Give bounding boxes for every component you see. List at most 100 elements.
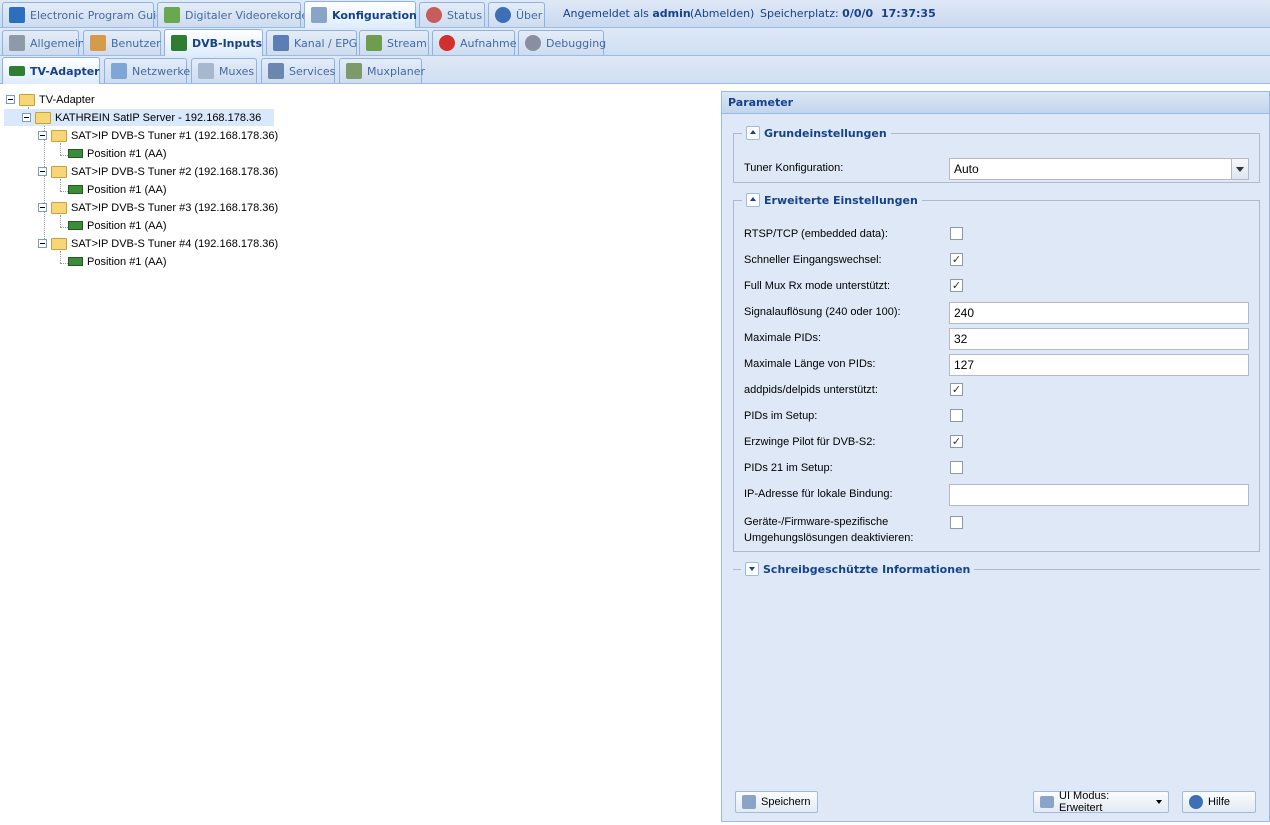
tab-recording[interactable]: Aufnahme xyxy=(432,30,517,55)
tree-node-position[interactable]: Position #1 (AA) xyxy=(68,253,166,270)
ui-mode-button[interactable]: UI Modus: Erweitert xyxy=(1033,790,1169,814)
tree-node-label: SAT>IP DVB-S Tuner #1 (192.168.178.36) xyxy=(71,129,279,142)
max-pids-row: Maximale PIDs: 32 xyxy=(744,328,1249,350)
tab-about[interactable]: Über xyxy=(488,2,545,27)
tree-node-position[interactable]: Position #1 (AA) xyxy=(68,217,166,234)
tuner-config-select[interactable]: Auto xyxy=(949,158,1249,180)
fast-input-switch-checkbox[interactable]: ✓ xyxy=(950,253,963,266)
pids21-in-setup-row: PIDs 21 im Setup: xyxy=(744,458,1249,480)
tree-node-label: TV-Adapter xyxy=(39,93,95,106)
pids21-in-setup-checkbox[interactable] xyxy=(950,461,963,474)
folder-icon xyxy=(35,111,51,124)
tab-dvb-inputs[interactable]: DVB-Inputs xyxy=(164,29,263,56)
collapse-icon[interactable] xyxy=(6,95,15,104)
collapse-icon[interactable] xyxy=(38,203,47,212)
advanced-settings-legend[interactable]: Erweiterte Einstellungen xyxy=(742,193,922,207)
basic-settings-legend[interactable]: Grundeinstellungen xyxy=(742,126,891,140)
tab-epg[interactable]: Electronic Program Guide xyxy=(2,2,170,27)
list-icon xyxy=(1040,796,1054,808)
tab-muxplanner[interactable]: Muxplaner xyxy=(339,58,425,83)
tab-channel-epg[interactable]: Kanal / EPG xyxy=(266,30,357,55)
rtsp-tcp-row: RTSP/TCP (embedded data): xyxy=(744,224,1249,246)
chevron-down-icon[interactable] xyxy=(1231,159,1248,179)
pids-in-setup-checkbox[interactable] xyxy=(950,409,963,422)
local-bind-ip-row: IP-Adresse für lokale Bindung: xyxy=(744,484,1249,506)
wrench-icon xyxy=(311,7,327,23)
tab-label: Allgemein xyxy=(30,36,85,50)
tab-label: Konfiguration xyxy=(332,8,417,22)
clock: 17:37:35 xyxy=(881,7,936,20)
firmware-workaround-checkbox[interactable] xyxy=(950,516,963,529)
storage-text: Speicherplatz: 0/0/0 xyxy=(760,7,874,20)
logout-link[interactable]: (Abmelden) xyxy=(690,7,754,20)
tree-node-label: SAT>IP DVB-S Tuner #2 (192.168.178.36) xyxy=(71,165,279,178)
tab-configuration[interactable]: Konfiguration xyxy=(304,1,417,28)
tab-general[interactable]: Allgemein xyxy=(2,30,85,55)
tuner-config-row: Tuner Konfiguration: Auto xyxy=(744,158,1249,180)
addpids-delpids-checkbox[interactable]: ✓ xyxy=(950,383,963,396)
tab-users[interactable]: Benutzer xyxy=(83,30,161,55)
tab-services[interactable]: Services xyxy=(261,58,335,83)
tab-debugging[interactable]: Debugging xyxy=(518,30,606,55)
full-mux-rx-label: Full Mux Rx mode unterstützt: xyxy=(744,280,891,292)
force-pilot-dvbs2-checkbox[interactable]: ✓ xyxy=(950,435,963,448)
storage-value: 0/0/0 xyxy=(842,7,874,20)
tree-node-tuner[interactable]: SAT>IP DVB-S Tuner #4 (192.168.178.36) xyxy=(38,235,278,252)
tree-node-label: Position #1 (AA) xyxy=(87,255,167,268)
tv-adapter-icon xyxy=(9,66,25,76)
local-bind-ip-input[interactable] xyxy=(949,484,1249,506)
rtsp-tcp-checkbox[interactable] xyxy=(950,227,963,240)
tree-node-position[interactable]: Position #1 (AA) xyxy=(68,145,166,162)
folder-icon xyxy=(51,165,67,178)
tab-muxes[interactable]: Muxes xyxy=(191,58,257,83)
readonly-info-legend[interactable]: Schreibgeschützte Informationen xyxy=(741,562,975,576)
rec-icon xyxy=(439,35,455,51)
tv-icon xyxy=(273,35,289,51)
max-pid-length-input[interactable]: 127 xyxy=(949,354,1249,376)
panel-title: Parameter xyxy=(722,92,1269,114)
tab-dvr[interactable]: Digitaler Videorekorder xyxy=(157,2,313,27)
tree-node-server[interactable]: KATHREIN SatIP Server - 192.168.178.36 xyxy=(4,109,274,126)
tuner-config-label: Tuner Konfiguration: xyxy=(744,162,844,174)
full-mux-rx-checkbox[interactable]: ✓ xyxy=(950,279,963,292)
tab-label: Benutzer xyxy=(111,36,161,50)
signal-resolution-input[interactable]: 240 xyxy=(949,302,1249,324)
tree-node-label: Position #1 (AA) xyxy=(87,183,167,196)
fast-input-switch-label: Schneller Eingangswechsel: xyxy=(744,254,882,266)
tree-node-tuner[interactable]: SAT>IP DVB-S Tuner #1 (192.168.178.36) xyxy=(38,127,278,144)
collapse-icon[interactable] xyxy=(746,126,760,140)
tab-tv-adapter[interactable]: TV-Adapter xyxy=(2,57,100,84)
expand-icon[interactable] xyxy=(745,562,759,576)
tv-card-icon xyxy=(68,257,83,266)
tree-node-label: SAT>IP DVB-S Tuner #4 (192.168.178.36) xyxy=(71,237,279,250)
folder-icon xyxy=(51,201,67,214)
collapse-icon[interactable] xyxy=(22,113,31,122)
logged-in-text: Angemeldet als admin xyxy=(563,7,691,20)
main-tab-bar: Electronic Program Guide Digitaler Video… xyxy=(0,0,1270,28)
max-pids-input[interactable]: 32 xyxy=(949,328,1249,350)
collapse-icon[interactable] xyxy=(38,131,47,140)
help-button[interactable]: Hilfe xyxy=(1182,791,1256,813)
firmware-workaround-label: Geräte-/Firmware-spezifische Umgehungslös… xyxy=(744,516,914,544)
collapse-icon[interactable] xyxy=(38,167,47,176)
tree-node-position[interactable]: Position #1 (AA) xyxy=(68,181,166,198)
tree-node-tuner[interactable]: SAT>IP DVB-S Tuner #2 (192.168.178.36) xyxy=(38,163,278,180)
tab-networks[interactable]: Netzwerke xyxy=(104,58,191,83)
download-icon xyxy=(164,7,180,23)
collapse-icon[interactable] xyxy=(38,239,47,248)
tree-node-label: Position #1 (AA) xyxy=(87,147,167,160)
tab-label: Über xyxy=(516,8,543,22)
addpids-delpids-row: addpids/delpids unterstützt: ✓ xyxy=(744,380,1249,402)
tab-stream[interactable]: Stream xyxy=(359,30,429,55)
collapse-icon[interactable] xyxy=(746,193,760,207)
stream-icon xyxy=(366,35,382,51)
addpids-delpids-label: addpids/delpids unterstützt: xyxy=(744,384,878,396)
epg-icon xyxy=(9,7,25,23)
tree-node-root[interactable]: TV-Adapter xyxy=(6,91,95,108)
force-pilot-dvbs2-row: Erzwinge Pilot für DVB-S2: ✓ xyxy=(744,432,1249,454)
tree-node-tuner[interactable]: SAT>IP DVB-S Tuner #3 (192.168.178.36) xyxy=(38,199,278,216)
tab-label: Netzwerke xyxy=(132,64,191,78)
save-button[interactable]: Speichern xyxy=(735,791,818,813)
signal-resolution-label: Signalauflösung (240 oder 100): xyxy=(744,306,901,318)
tab-status[interactable]: Status xyxy=(419,2,485,27)
